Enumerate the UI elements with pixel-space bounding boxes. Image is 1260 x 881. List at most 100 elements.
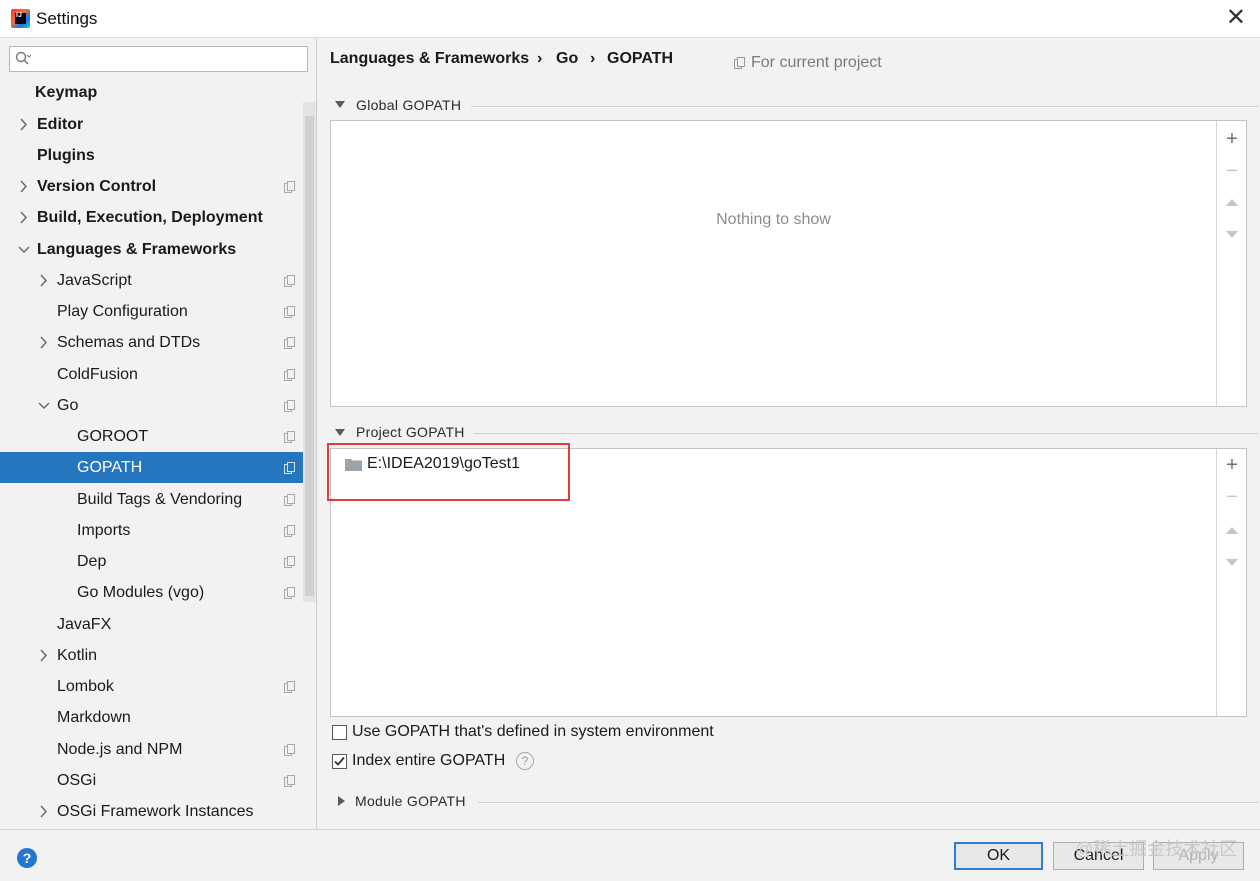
settings-content: Languages & Frameworks › Go › GOPATH For… [318, 38, 1260, 829]
sidebar-item[interactable]: OSGi [0, 765, 303, 796]
project-scope-icon [284, 494, 295, 506]
sidebar-item[interactable]: Editor [0, 109, 303, 140]
breadcrumb-separator: › [590, 50, 596, 67]
chevron-down-icon[interactable] [17, 234, 31, 265]
sidebar-item[interactable]: OSGi Framework Instances [0, 796, 303, 827]
search-icon [15, 51, 31, 65]
sidebar-item[interactable]: GOPATH [0, 452, 303, 483]
sidebar-item-label: OSGi Framework Instances [57, 803, 254, 820]
sidebar-item-label: Languages & Frameworks [37, 241, 237, 258]
sidebar-item-label: JavaScript [57, 272, 132, 289]
sidebar-item[interactable]: Keymap [0, 77, 303, 108]
expand-icon[interactable] [338, 796, 345, 806]
chevron-down-icon[interactable] [37, 390, 51, 421]
watermark: @稀土掘金技术社区 [1075, 839, 1238, 859]
sidebar-item-label: Node.js and NPM [57, 741, 183, 758]
sidebar-item[interactable]: Languages & Frameworks [0, 234, 303, 265]
chevron-right-icon[interactable] [37, 640, 51, 671]
collapse-icon[interactable] [335, 429, 345, 436]
add-icon[interactable]: + [1217, 124, 1247, 154]
sidebar-item-label: Kotlin [57, 647, 98, 664]
sidebar-item[interactable]: ColdFusion [0, 359, 303, 390]
sidebar-item[interactable]: Lombok [0, 671, 303, 702]
sidebar-item[interactable]: Imports [0, 515, 303, 546]
sidebar-scrollbar-thumb[interactable] [305, 116, 314, 596]
index-entire-gopath-checkbox[interactable] [332, 754, 347, 769]
sidebar-item[interactable]: JavaScript [0, 265, 303, 296]
sidebar-item[interactable]: Build, Execution, Deployment [0, 202, 303, 233]
help-icon[interactable]: ? [516, 752, 534, 770]
project-scope-icon [284, 306, 295, 318]
add-icon[interactable]: + [1217, 450, 1247, 480]
global-gopath-title: Global GOPATH [356, 97, 462, 113]
chevron-right-icon[interactable] [17, 202, 31, 233]
project-scope-icon [284, 775, 295, 787]
project-scope-icon [284, 525, 295, 537]
remove-icon[interactable]: − [1217, 482, 1247, 512]
title-bar: IJ Settings ✕ [0, 0, 1260, 38]
project-scope-icon [284, 681, 295, 693]
move-up-icon[interactable] [1226, 199, 1238, 206]
move-up-icon[interactable] [1226, 527, 1238, 534]
sidebar-item[interactable]: Play Configuration [0, 296, 303, 327]
close-icon[interactable]: ✕ [1226, 4, 1246, 32]
sidebar-item[interactable]: Markdown [0, 702, 303, 733]
sidebar-item[interactable]: Build Tags & Vendoring [0, 484, 303, 515]
sidebar-item[interactable]: Kotlin [0, 640, 303, 671]
sidebar-item-label: Plugins [37, 147, 95, 164]
sidebar-item[interactable]: Version Control [0, 171, 303, 202]
use-system-gopath-checkbox[interactable] [332, 725, 347, 740]
project-scope-icon [284, 181, 295, 193]
sidebar-item-label: Build, Execution, Deployment [37, 209, 263, 226]
sidebar-item[interactable]: Dep [0, 546, 303, 577]
project-scope-icon [284, 275, 295, 287]
checkmark-icon [334, 756, 345, 766]
sidebar-item-label: Lombok [57, 678, 114, 695]
sidebar-item[interactable]: JavaFX [0, 609, 303, 640]
breadcrumb-item-gopath: GOPATH [607, 50, 674, 67]
sidebar-item-label: Keymap [35, 84, 98, 101]
project-gopath-toolbar: + − [1216, 449, 1246, 716]
project-scope-icon [284, 462, 295, 474]
sidebar-item[interactable]: GOROOT [0, 421, 303, 452]
chevron-right-icon[interactable] [37, 796, 51, 827]
chevron-right-icon[interactable] [37, 265, 51, 296]
breadcrumb-item-go: Go [556, 50, 579, 67]
breadcrumb-item-languages: Languages & Frameworks [330, 50, 530, 67]
sidebar-item[interactable]: Plugins [0, 140, 303, 171]
move-down-icon[interactable] [1226, 231, 1238, 238]
project-scope-icon [734, 57, 745, 69]
global-gopath-list[interactable]: Nothing to show + − [330, 120, 1247, 407]
collapse-icon[interactable] [335, 101, 345, 108]
ok-button[interactable]: OK [954, 842, 1043, 870]
settings-sidebar: Keymap Editor Plugins Version Control Build,… [0, 38, 317, 829]
sidebar-item[interactable]: Go Modules (vgo) [0, 577, 303, 608]
project-scope-icon [284, 431, 295, 443]
chevron-right-icon[interactable] [37, 327, 51, 358]
global-gopath-toolbar: + − [1216, 121, 1246, 406]
empty-list-message: Nothing to show [716, 211, 831, 228]
remove-icon[interactable]: − [1217, 156, 1247, 186]
sidebar-item-label: Build Tags & Vendoring [77, 491, 243, 508]
sidebar-item[interactable]: Node.js and NPM [0, 734, 303, 765]
sidebar-item-label: GOPATH [77, 459, 143, 476]
chevron-right-icon[interactable] [17, 171, 31, 202]
chevron-right-icon[interactable] [17, 109, 31, 140]
window-title: Settings [36, 9, 98, 28]
project-scope-icon [284, 369, 295, 381]
highlight-annotation [327, 443, 570, 501]
search-input[interactable] [9, 46, 308, 72]
sidebar-item-label: Imports [77, 522, 131, 539]
project-scope-icon [284, 587, 295, 599]
divider [478, 802, 1258, 803]
move-down-icon[interactable] [1226, 559, 1238, 566]
dialog-footer: ? OK Cancel Apply @稀土掘金技术社区 [0, 829, 1260, 881]
project-scope-icon [284, 744, 295, 756]
sidebar-item[interactable]: Schemas and DTDs [0, 327, 303, 358]
project-scope-icon [284, 400, 295, 412]
help-icon[interactable]: ? [17, 848, 37, 868]
use-system-gopath-label: Use GOPATH that's defined in system envi… [352, 723, 714, 740]
sidebar-item[interactable]: Go [0, 390, 303, 421]
sidebar-item-label: Go [57, 397, 79, 414]
sidebar-item-label: OSGi [57, 772, 97, 789]
